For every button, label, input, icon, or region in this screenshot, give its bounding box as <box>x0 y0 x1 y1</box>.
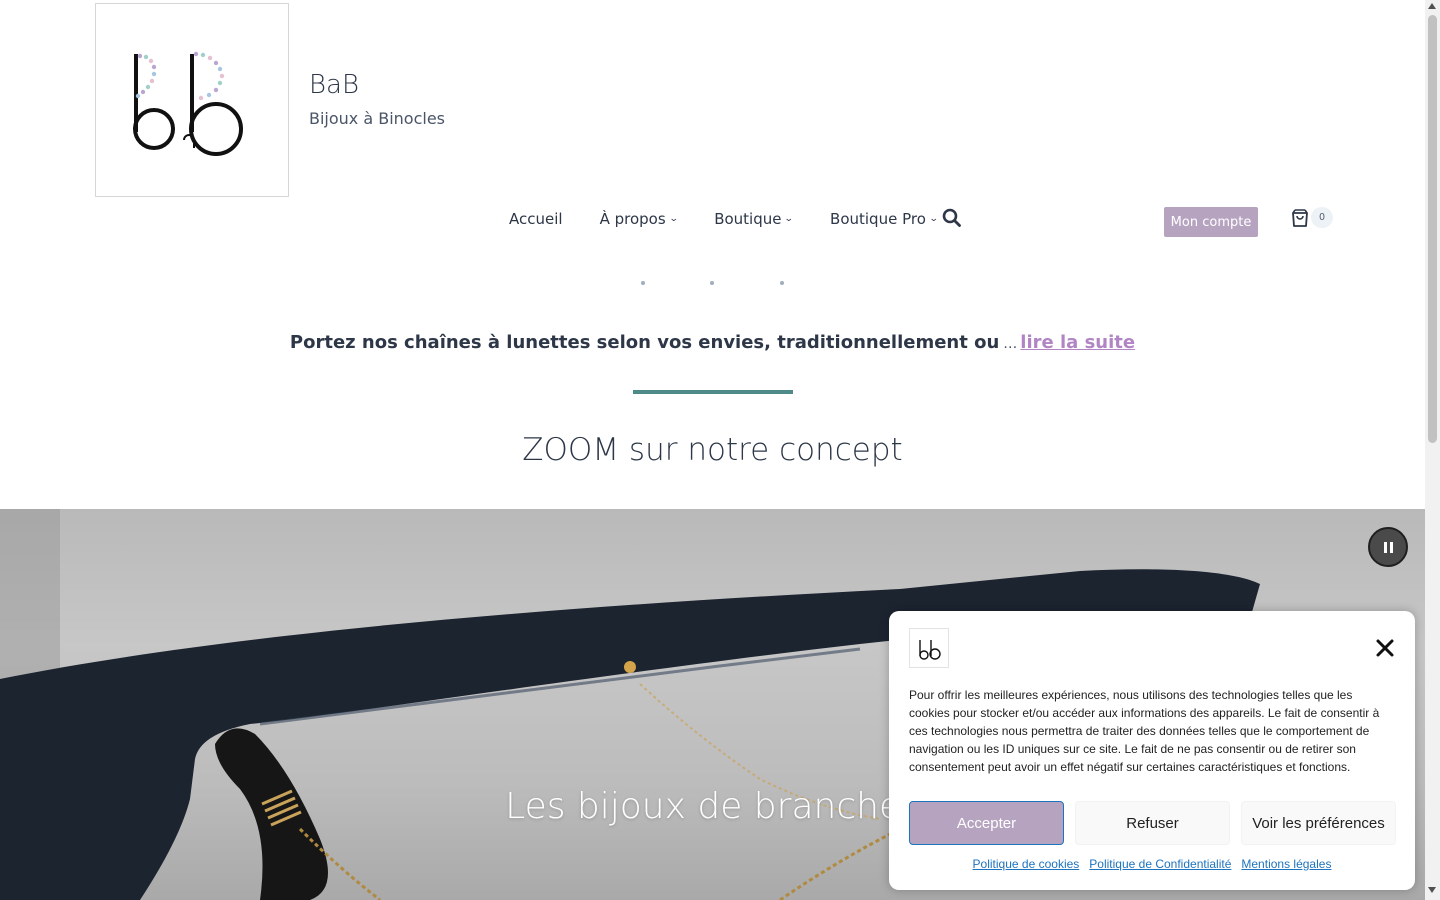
cookie-buttons: Accepter Refuser Voir les préférences <box>909 801 1396 845</box>
cookie-message: Pour offrir les meilleures expériences, … <box>909 688 1380 774</box>
nav-item-label: À propos <box>599 210 666 228</box>
nav-item-boutique[interactable]: Boutique ⌄ <box>714 210 795 228</box>
intro-sentence: Portez nos chaînes à lunettes selon vos … <box>289 332 1000 353</box>
cart-count-badge[interactable]: 0 <box>1311 207 1333 228</box>
site-title[interactable]: BaB <box>309 70 359 100</box>
cookie-policy-link[interactable]: Politique de cookies <box>973 857 1080 871</box>
nav-item-label: Boutique Pro <box>830 210 926 228</box>
refuse-cookies-button[interactable]: Refuser <box>1075 801 1230 845</box>
intro-text: Portez nos chaînes à lunettes selon vos … <box>0 332 1425 353</box>
accept-cookies-button[interactable]: Accepter <box>909 801 1064 845</box>
site-tagline: Bijoux à Binocles <box>309 109 446 128</box>
shopping-bag-icon[interactable] <box>1290 208 1312 230</box>
search-icon[interactable] <box>942 208 962 228</box>
carousel-dots <box>0 281 1425 287</box>
pause-button[interactable] <box>1368 527 1408 567</box>
nav-item-label: Boutique <box>714 210 782 228</box>
view-preferences-button[interactable]: Voir les préférences <box>1241 801 1396 845</box>
nav-item-a-propos[interactable]: À propos ⌄ <box>599 210 679 228</box>
pause-icon-bar <box>1389 541 1393 553</box>
cookie-banner: Pour offrir les meilleures expériences, … <box>889 611 1415 890</box>
page-scrollbar[interactable] <box>1425 0 1440 900</box>
carousel-dot[interactable] <box>710 281 714 285</box>
nav-item-boutique-pro[interactable]: Boutique Pro ⌄ <box>830 210 939 228</box>
close-icon[interactable] <box>1373 636 1397 660</box>
scroll-down-arrow-icon[interactable] <box>1428 887 1436 893</box>
intro-ellipsis: … <box>1003 336 1018 352</box>
carousel-dot[interactable] <box>780 281 784 285</box>
pause-icon-bar <box>1383 541 1387 553</box>
site-logo[interactable] <box>95 3 289 197</box>
carousel-dot[interactable] <box>641 281 645 285</box>
chevron-down-icon: ⌄ <box>928 214 939 224</box>
nav-item-accueil[interactable]: Accueil <box>509 210 563 228</box>
chevron-down-icon: ⌄ <box>668 214 679 224</box>
read-more-link[interactable]: lire la suite <box>1020 332 1135 353</box>
scroll-up-arrow-icon[interactable] <box>1428 3 1436 9</box>
legal-notice-link[interactable]: Mentions légales <box>1241 857 1331 871</box>
scroll-thumb[interactable] <box>1428 15 1437 443</box>
nav-item-label: Accueil <box>509 210 563 228</box>
cookie-banner-logo <box>909 628 949 668</box>
chevron-down-icon: ⌄ <box>784 214 795 224</box>
privacy-policy-link[interactable]: Politique de Confidentialité <box>1089 857 1231 871</box>
main-nav: Accueil À propos ⌄ Boutique ⌄ Boutique Pro… <box>509 207 974 231</box>
account-button[interactable]: Mon compte <box>1164 207 1258 237</box>
section-title: ZOOM sur notre concept <box>522 432 903 468</box>
cookie-links: Politique de cookies Politique de Confid… <box>889 857 1415 871</box>
section-divider <box>633 390 793 394</box>
